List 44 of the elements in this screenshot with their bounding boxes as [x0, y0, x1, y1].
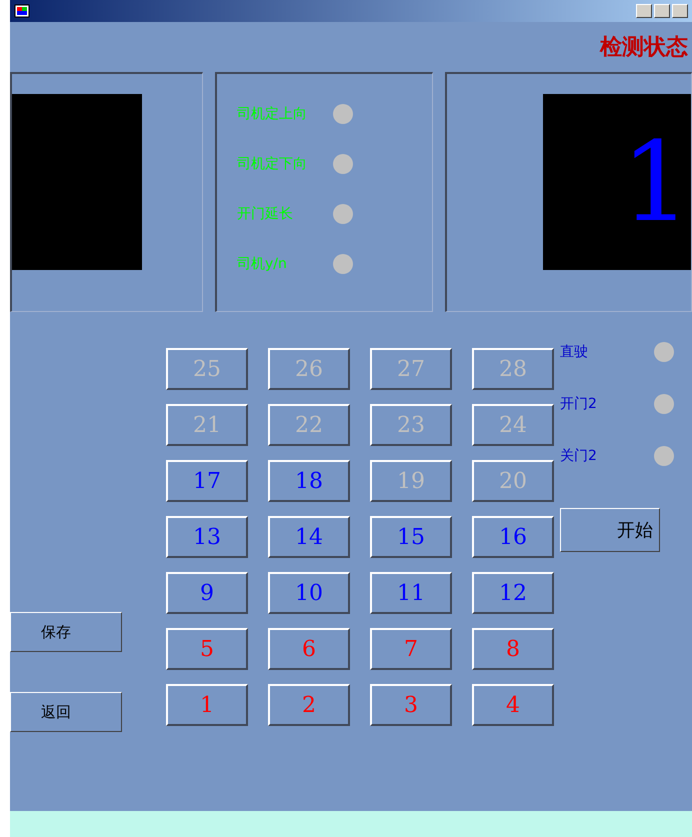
floor-button[interactable]: 4 [472, 684, 554, 726]
save-button[interactable]: 保存 [10, 612, 122, 652]
status-label: 关门2 [560, 447, 598, 465]
status-label: 开门2 [560, 395, 598, 413]
floor-button[interactable]: 19 [370, 460, 452, 502]
indicator-label: 司机定上向 [237, 105, 308, 123]
floor-button[interactable]: 17 [166, 460, 248, 502]
floor-button[interactable]: 16 [472, 516, 554, 558]
floor-button[interactable]: 24 [472, 404, 554, 446]
floor-button[interactable]: 7 [370, 628, 452, 670]
start-button[interactable]: 开始 [560, 508, 660, 552]
floor-button[interactable]: 1 [166, 684, 248, 726]
floor-button[interactable]: 3 [370, 684, 452, 726]
floor-button[interactable]: 12 [472, 572, 554, 614]
app-icon [14, 4, 30, 18]
floor-button[interactable]: 8 [472, 628, 554, 670]
floor-button[interactable]: 6 [268, 628, 350, 670]
floor-button[interactable]: 23 [370, 404, 452, 446]
floor-display: 1 [543, 94, 691, 270]
status-heading: 检测状态 [600, 33, 688, 62]
floor-button[interactable]: 10 [268, 572, 350, 614]
floor-button[interactable]: 27 [370, 348, 452, 390]
floor-button[interactable]: 13 [166, 516, 248, 558]
floor-button[interactable]: 26 [268, 348, 350, 390]
floor-button[interactable]: 2 [268, 684, 350, 726]
floor-button[interactable]: 5 [166, 628, 248, 670]
floor-button[interactable]: 14 [268, 516, 350, 558]
status-label: 直驶 [560, 343, 589, 361]
floor-button[interactable]: 28 [472, 348, 554, 390]
back-button[interactable]: 返回 [10, 692, 122, 732]
indicator-label: 司机定下向 [237, 155, 308, 173]
floor-button[interactable]: 18 [268, 460, 350, 502]
close-button[interactable] [672, 4, 688, 18]
floor-button[interactable]: 20 [472, 460, 554, 502]
floor-button[interactable]: 11 [370, 572, 452, 614]
maximize-button[interactable] [654, 4, 670, 18]
floor-button[interactable]: 25 [166, 348, 248, 390]
floor-button[interactable]: 22 [268, 404, 350, 446]
indicator-label: 司机y/n [237, 255, 288, 273]
floor-button[interactable]: 9 [166, 572, 248, 614]
minimize-button[interactable] [636, 4, 652, 18]
floor-button[interactable]: 15 [370, 516, 452, 558]
indicator-label: 开门延长 [237, 205, 294, 223]
floor-button[interactable]: 21 [166, 404, 248, 446]
